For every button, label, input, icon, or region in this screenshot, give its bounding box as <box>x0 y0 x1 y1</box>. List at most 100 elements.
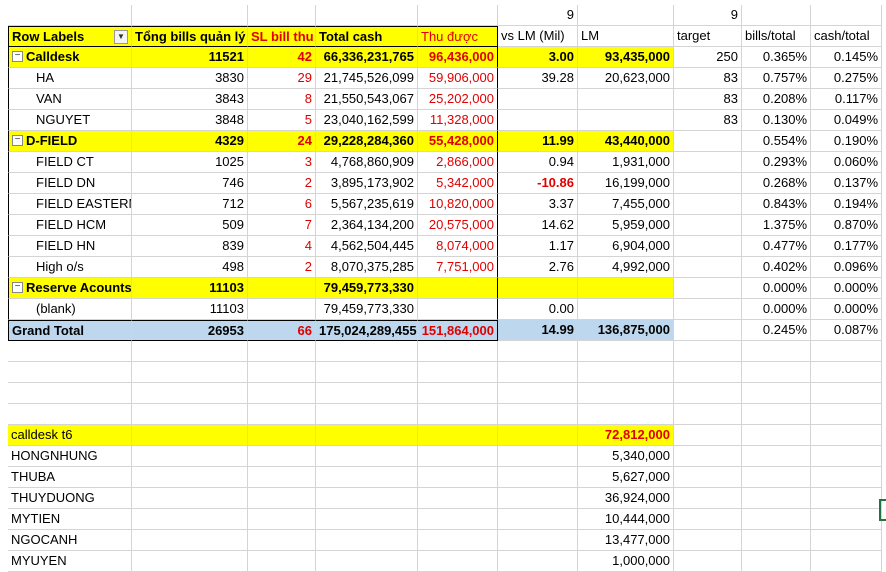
empty-cell[interactable] <box>418 551 498 572</box>
sl-bill-value[interactable]: 8 <box>248 89 316 110</box>
empty-cell[interactable] <box>132 362 248 383</box>
sl-bill-value[interactable] <box>248 299 316 320</box>
empty-cell[interactable] <box>8 383 132 404</box>
grand-total-lm[interactable]: 136,875,000 <box>578 320 674 341</box>
collapse-icon[interactable]: − <box>12 282 23 294</box>
cash-total-value[interactable]: 0.137% <box>811 173 882 194</box>
empty-cell[interactable] <box>418 383 498 404</box>
thu-duoc-value[interactable]: 10,820,000 <box>418 194 498 215</box>
agent-value[interactable]: 13,477,000 <box>578 530 674 551</box>
row-label[interactable]: High o/s <box>8 257 132 278</box>
sl-bill-value[interactable]: 42 <box>248 47 316 68</box>
empty-cell[interactable] <box>674 404 742 425</box>
bills-total-value[interactable]: 0.000% <box>742 299 811 320</box>
empty-cell[interactable] <box>418 404 498 425</box>
empty-cell[interactable] <box>498 446 578 467</box>
agent-value[interactable]: 5,627,000 <box>578 467 674 488</box>
grand-total-cash-total[interactable]: 0.087% <box>811 320 882 341</box>
sl-bill-value[interactable]: 5 <box>248 110 316 131</box>
lm-value[interactable] <box>578 110 674 131</box>
empty-cell[interactable] <box>578 362 674 383</box>
empty-cell[interactable] <box>674 425 742 446</box>
bills-total-value[interactable]: 0.477% <box>742 236 811 257</box>
empty-cell[interactable] <box>742 467 811 488</box>
cash-total-value[interactable]: 0.275% <box>811 68 882 89</box>
empty-cell[interactable] <box>498 362 578 383</box>
empty-cell[interactable] <box>316 5 418 26</box>
vs-lm-value[interactable] <box>498 110 578 131</box>
empty-cell[interactable] <box>811 425 882 446</box>
thu-duoc-value[interactable]: 7,751,000 <box>418 257 498 278</box>
empty-cell[interactable] <box>316 341 418 362</box>
empty-cell[interactable] <box>418 488 498 509</box>
empty-cell[interactable] <box>674 551 742 572</box>
agent-name[interactable]: HONGNHUNG <box>8 446 132 467</box>
empty-cell[interactable] <box>578 383 674 404</box>
agent-name[interactable]: THUBA <box>8 467 132 488</box>
filter-dropdown-icon[interactable]: ▼ <box>114 30 128 44</box>
calldesk-t6-fill[interactable] <box>132 425 248 446</box>
grand-total-bills-total[interactable]: 0.245% <box>742 320 811 341</box>
row-label[interactable]: FIELD HN <box>8 236 132 257</box>
empty-cell[interactable] <box>418 362 498 383</box>
row-label[interactable]: FIELD CT <box>8 152 132 173</box>
empty-cell[interactable] <box>811 551 882 572</box>
target-value[interactable]: 250 <box>674 47 742 68</box>
vs-lm-value[interactable]: 11.99 <box>498 131 578 152</box>
bills-value[interactable]: 11103 <box>132 278 248 299</box>
empty-cell[interactable] <box>132 551 248 572</box>
thu-duoc-value[interactable] <box>418 299 498 320</box>
empty-cell[interactable] <box>132 5 248 26</box>
cash-total-value[interactable]: 0.145% <box>811 47 882 68</box>
empty-cell[interactable] <box>811 467 882 488</box>
total-cash-value[interactable]: 21,745,526,099 <box>316 68 418 89</box>
empty-cell[interactable] <box>674 467 742 488</box>
bills-value[interactable]: 3830 <box>132 68 248 89</box>
empty-cell[interactable] <box>674 446 742 467</box>
calldesk-t6-fill[interactable] <box>498 425 578 446</box>
target-value[interactable] <box>674 131 742 152</box>
empty-cell[interactable] <box>742 383 811 404</box>
agent-name[interactable]: THUYDUONG <box>8 488 132 509</box>
calldesk-t6-fill[interactable] <box>418 425 498 446</box>
empty-cell[interactable] <box>811 383 882 404</box>
empty-cell[interactable] <box>316 551 418 572</box>
lm-month-number[interactable]: 9 <box>498 5 578 26</box>
lm-value[interactable]: 7,455,000 <box>578 194 674 215</box>
total-cash-value[interactable]: 3,895,173,902 <box>316 173 418 194</box>
total-cash-value[interactable]: 5,567,235,619 <box>316 194 418 215</box>
empty-cell[interactable] <box>132 341 248 362</box>
sl-bill-value[interactable]: 24 <box>248 131 316 152</box>
target-value[interactable] <box>674 236 742 257</box>
bills-total-value[interactable]: 0.757% <box>742 68 811 89</box>
empty-cell[interactable] <box>742 5 811 26</box>
empty-cell[interactable] <box>418 509 498 530</box>
empty-cell[interactable] <box>316 404 418 425</box>
target-value[interactable] <box>674 173 742 194</box>
vs-lm-value[interactable]: 14.62 <box>498 215 578 236</box>
header-lm[interactable]: LM <box>578 26 674 47</box>
sl-bill-value[interactable]: 2 <box>248 173 316 194</box>
empty-cell[interactable] <box>316 362 418 383</box>
empty-cell[interactable] <box>248 362 316 383</box>
spreadsheet-grid[interactable]: 9 9 Row Labels ▼ Tổng bills quản lý SL bill t… <box>0 0 886 572</box>
total-cash-value[interactable]: 29,228,284,360 <box>316 131 418 152</box>
empty-cell[interactable] <box>418 5 498 26</box>
empty-cell[interactable] <box>578 404 674 425</box>
thu-duoc-value[interactable]: 59,906,000 <box>418 68 498 89</box>
bills-total-value[interactable]: 0.365% <box>742 47 811 68</box>
empty-cell[interactable] <box>674 530 742 551</box>
empty-cell[interactable] <box>418 530 498 551</box>
empty-cell[interactable] <box>742 551 811 572</box>
lm-value[interactable]: 16,199,000 <box>578 173 674 194</box>
total-cash-value[interactable]: 4,768,860,909 <box>316 152 418 173</box>
total-cash-value[interactable]: 21,550,543,067 <box>316 89 418 110</box>
sl-bill-value[interactable]: 3 <box>248 152 316 173</box>
agent-value[interactable]: 5,340,000 <box>578 446 674 467</box>
empty-cell[interactable] <box>674 383 742 404</box>
grand-total-vs[interactable]: 14.99 <box>498 320 578 341</box>
row-label[interactable]: FIELD HCM <box>8 215 132 236</box>
grand-total-cash[interactable]: 175,024,289,455 <box>316 320 418 341</box>
target-value[interactable]: 83 <box>674 68 742 89</box>
agent-value[interactable]: 1,000,000 <box>578 551 674 572</box>
